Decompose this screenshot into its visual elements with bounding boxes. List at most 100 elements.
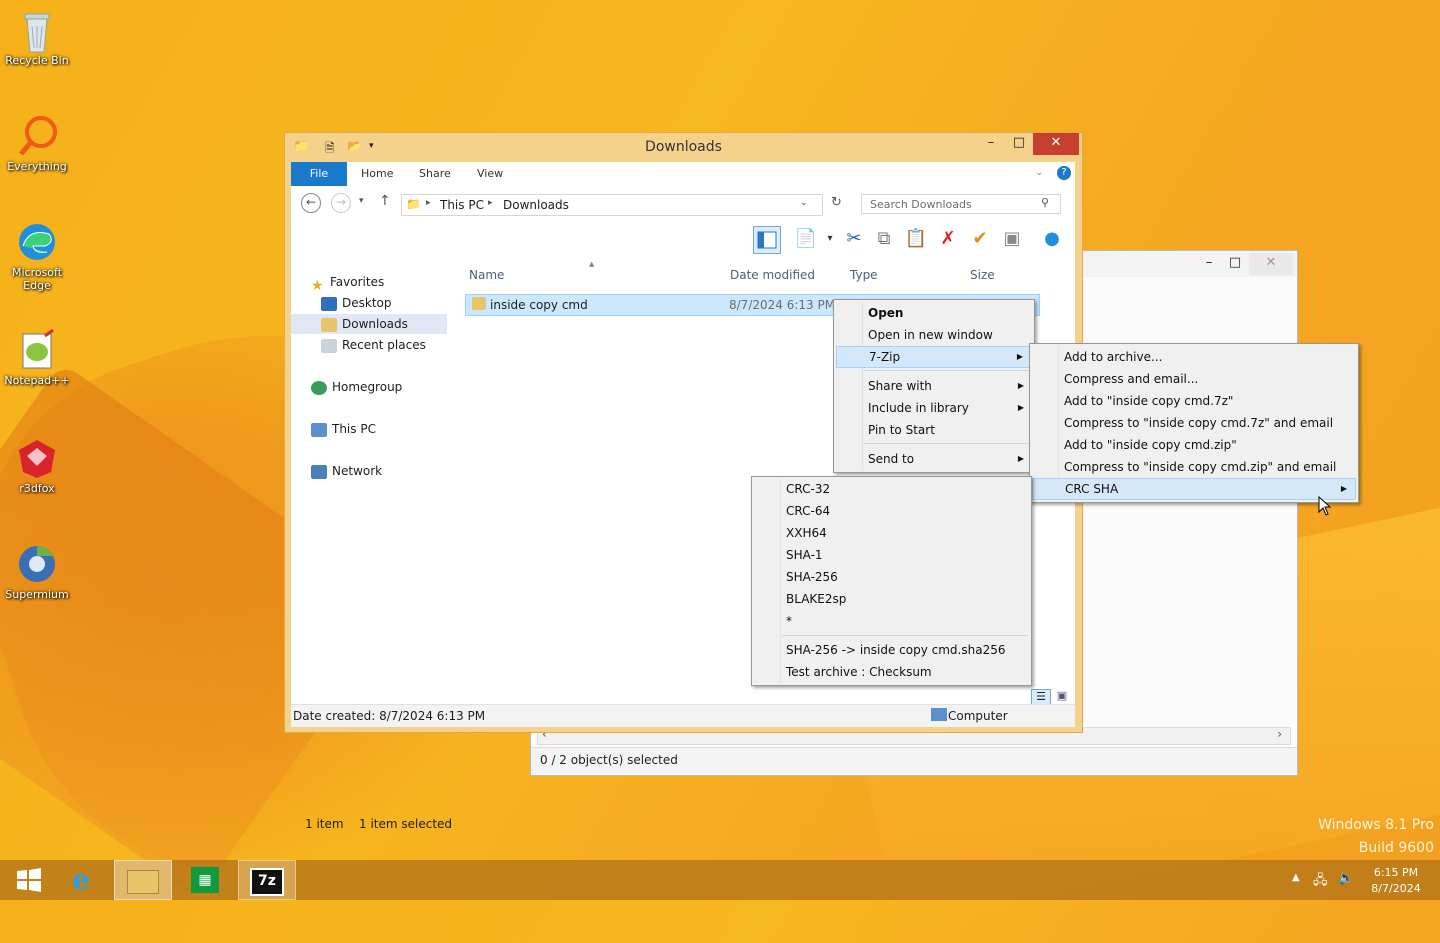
recent-locations-icon[interactable]: ▾	[359, 196, 364, 206]
refresh-icon[interactable]: ↻	[831, 195, 842, 210]
large-icons-view-icon[interactable]: ▣	[1053, 689, 1071, 705]
column-header-name[interactable]: Name	[469, 268, 504, 282]
new-folder-icon[interactable]: ▣	[999, 226, 1025, 252]
item-count: 1 item	[305, 817, 344, 831]
menu-item-crc-sha[interactable]: CRC SHA ▶	[1032, 478, 1356, 500]
globe-icon[interactable]: ●	[1039, 226, 1065, 252]
address-field[interactable]: 📁 ▸ This PC ▸ Downloads ⌄	[401, 194, 823, 216]
internet-explorer-icon: e	[72, 863, 90, 896]
file-date: 8/7/2024 6:13 PM	[729, 298, 836, 312]
scroll-right-icon[interactable]: ›	[1277, 727, 1282, 741]
desktop-icon-supermium[interactable]: Supermium	[2, 542, 72, 601]
menu-item-compress-and-email[interactable]: Compress and email...	[1032, 368, 1356, 390]
menu-item-share-with[interactable]: Share with ▶	[836, 375, 1032, 397]
menu-item-blake2sp[interactable]: BLAKE2sp	[754, 588, 1029, 610]
tab-view[interactable]: View	[477, 162, 503, 186]
menu-item-include-in-library[interactable]: Include in library ▶	[836, 397, 1032, 419]
tab-file[interactable]: File	[291, 162, 347, 186]
desktop-icon-everything[interactable]: Everything	[2, 114, 72, 173]
address-dropdown-icon[interactable]: ⌄	[800, 198, 808, 208]
nav-homegroup[interactable]: Homegroup	[311, 377, 402, 397]
taskbar-7zip[interactable]: 7z	[238, 860, 296, 900]
os-watermark-edition: Windows 8.1 Pro	[1318, 817, 1434, 833]
address-bar-row: ← → ▾ ↑ 📁 ▸ This PC ▸ Downloads ⌄ ↻ Sear…	[291, 186, 1075, 222]
clock-date: 8/7/2024	[1371, 882, 1421, 895]
nav-network[interactable]: Network	[311, 461, 382, 481]
menu-item-add-to-zip[interactable]: Add to "inside copy cmd.zip"	[1032, 434, 1356, 456]
ribbon-expand-icon[interactable]: ⌄	[1035, 167, 1043, 178]
column-header-size[interactable]: Size	[970, 268, 995, 282]
breadcrumb-this-pc[interactable]: This PC	[440, 198, 484, 212]
menu-item-crc-32[interactable]: CRC-32	[754, 478, 1029, 500]
folder-icon: 📁	[406, 197, 421, 211]
minimize-button[interactable]: –	[1195, 253, 1223, 275]
nav-recent-places[interactable]: Recent places	[321, 335, 426, 355]
maximize-button[interactable]: □	[1221, 253, 1249, 275]
toolbar: 📄 ▾ ✂ ⧉ 📋 ✗ ✔ ▣ ●	[291, 222, 1075, 257]
properties-icon[interactable]: 📄	[793, 226, 819, 252]
volume-muted-icon[interactable]: 🔈	[1338, 871, 1354, 886]
menu-item-sha-1[interactable]: SHA-1	[754, 544, 1029, 566]
up-arrow-icon[interactable]: ↑	[379, 193, 391, 209]
tab-home[interactable]: Home	[361, 162, 393, 186]
menu-item-sha256-to-file[interactable]: SHA-256 -> inside copy cmd.sha256	[754, 639, 1029, 661]
menu-item-7zip[interactable]: 7-Zip ▶	[836, 346, 1032, 368]
close-button[interactable]: ✕	[1249, 253, 1293, 275]
tab-share[interactable]: Share	[419, 162, 451, 186]
menu-separator	[864, 370, 1031, 371]
show-hidden-icons-icon[interactable]: ▲	[1292, 872, 1300, 883]
menu-item-xxh64[interactable]: XXH64	[754, 522, 1029, 544]
menu-item-send-to[interactable]: Send to ▶	[836, 448, 1032, 470]
menu-item-compress-7z-email[interactable]: Compress to "inside copy cmd.7z" and ema…	[1032, 412, 1356, 434]
cut-icon[interactable]: ✂	[841, 226, 867, 252]
paste-icon[interactable]: 📋	[903, 226, 929, 252]
taskbar-store[interactable]: ▦	[176, 860, 234, 900]
desktop-icon-notepadpp[interactable]: Notepad++	[2, 328, 72, 387]
menu-item-test-checksum[interactable]: Test archive : Checksum	[754, 661, 1029, 683]
nav-desktop[interactable]: Desktop	[321, 293, 392, 313]
taskbar-ie[interactable]: e	[52, 860, 110, 900]
menu-item-add-to-archive[interactable]: Add to archive...	[1032, 346, 1356, 368]
minimize-button[interactable]: –	[977, 133, 1005, 155]
network-tray-icon[interactable]: 🖧	[1313, 871, 1328, 893]
selected-count: 1 item selected	[359, 817, 453, 831]
explorer-titlebar[interactable]: 📁 🗎 📂 ▾ Downloads – □ ✕	[285, 133, 1082, 161]
search-input[interactable]: Search Downloads	[861, 194, 1061, 214]
close-button[interactable]: ✕	[1033, 133, 1079, 155]
menu-item-sha-256[interactable]: SHA-256	[754, 566, 1029, 588]
context-menu: Open Open in new window 7-Zip ▶ Share wit…	[833, 299, 1035, 473]
search-icon[interactable]: ⚲	[1041, 196, 1049, 209]
properties-dropdown-icon[interactable]: ▾	[817, 226, 843, 252]
menu-item-add-to-7z[interactable]: Add to "inside copy cmd.7z"	[1032, 390, 1356, 412]
taskbar-file-explorer[interactable]	[114, 860, 172, 900]
desktop-icon-r3dfox[interactable]: r3dfox	[2, 436, 72, 495]
start-button[interactable]	[0, 860, 58, 900]
column-header-type[interactable]: Type	[850, 268, 878, 282]
menu-item-all-hashes[interactable]: *	[754, 610, 1029, 632]
desktop-icon-recycle-bin[interactable]: Recycle Bin	[2, 8, 72, 67]
help-icon[interactable]: ?	[1057, 166, 1071, 180]
copy-icon[interactable]: ⧉	[871, 226, 897, 252]
column-header-date[interactable]: Date modified	[730, 268, 815, 282]
menu-item-compress-zip-email[interactable]: Compress to "inside copy cmd.zip" and em…	[1032, 456, 1356, 478]
rename-check-icon[interactable]: ✔	[967, 226, 993, 252]
desktop-icon-edge[interactable]: Microsoft Edge	[2, 220, 72, 292]
menu-item-crc-64[interactable]: CRC-64	[754, 500, 1029, 522]
back-arrow-icon[interactable]: ←	[301, 193, 321, 213]
submenu-arrow-icon: ▶	[1017, 381, 1024, 390]
preview-pane-icon[interactable]	[753, 226, 781, 254]
menu-item-open-new-window[interactable]: Open in new window	[836, 324, 1032, 346]
clock[interactable]: 6:15 PM 8/7/2024	[1364, 865, 1428, 897]
menu-item-pin-to-start[interactable]: Pin to Start	[836, 419, 1032, 441]
statusbar: Date created: 8/7/2024 6:13 PM Computer	[291, 704, 1075, 727]
nav-favorites[interactable]: ★ Favorites	[311, 272, 384, 294]
nav-this-pc[interactable]: This PC	[311, 419, 376, 439]
desktop-icon-label: Everything	[7, 160, 67, 173]
forward-arrow-icon[interactable]: →	[331, 193, 351, 213]
delete-icon[interactable]: ✗	[935, 226, 961, 252]
menu-item-open[interactable]: Open	[836, 302, 1032, 324]
nav-downloads[interactable]: Downloads	[291, 314, 447, 334]
breadcrumb-downloads[interactable]: Downloads	[503, 198, 569, 212]
sevenzip-icon: 7z	[250, 868, 284, 896]
maximize-button[interactable]: □	[1005, 133, 1033, 155]
